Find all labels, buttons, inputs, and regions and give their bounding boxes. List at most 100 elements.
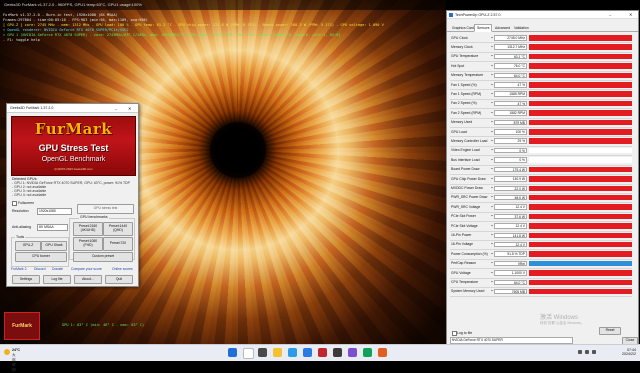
chevron-down-icon[interactable] [491, 45, 493, 47]
furmark-window-title: Geeks3D FurMark v1.37.2.0 - 960FPS, GPU1… [4, 2, 142, 7]
tab-graphics-card[interactable]: Graphics Card [449, 24, 477, 32]
chevron-down-icon[interactable] [491, 281, 493, 283]
chevron-down-icon[interactable] [491, 271, 493, 273]
store-icon[interactable] [303, 348, 312, 357]
close-icon[interactable]: ✕ [128, 106, 131, 111]
chevron-down-icon[interactable] [491, 252, 493, 254]
cpu-burner-button[interactable]: CPU burner [15, 252, 67, 262]
network-icon[interactable] [585, 350, 589, 354]
gpuz-title-bar[interactable]: TechPowerUp GPU-Z 2.57.0 – ✕ [447, 11, 638, 19]
log-file-button[interactable]: Log file [43, 275, 71, 284]
online-scores-link[interactable]: Online scores [112, 267, 133, 271]
resolution-select[interactable]: 1920x1080 [37, 208, 72, 215]
sensor-value: 1585 RPM [494, 91, 527, 97]
furmark-taskbar-icon[interactable] [318, 348, 327, 357]
sensor-graph [529, 147, 632, 154]
chevron-down-icon[interactable] [491, 130, 493, 132]
sensor-graph [529, 166, 632, 173]
reset-button[interactable]: Reset [599, 327, 621, 335]
custom-preset-button[interactable]: Custom preset [73, 252, 133, 262]
preset-720-button[interactable]: Preset:720 [103, 237, 133, 251]
sensor-graph [529, 53, 632, 60]
chevron-down-icon[interactable] [491, 55, 493, 57]
discord-link[interactable]: Discord [34, 267, 46, 271]
close-icon[interactable]: ✕ [629, 12, 632, 17]
app-icon-2[interactable] [363, 348, 372, 357]
furmark-corner-logo: FurMark [4, 312, 40, 340]
chevron-up-icon[interactable] [578, 350, 582, 354]
furmark2-link[interactable]: FurMark 2 [11, 267, 26, 271]
sensor-graph-fill [529, 100, 632, 107]
chevron-down-icon[interactable] [491, 92, 493, 94]
preset-4k-button[interactable]: Preset:2160 (4K/UHD) [73, 222, 103, 236]
chevron-down-icon[interactable] [491, 215, 493, 217]
tab-validation[interactable]: Validation [511, 24, 532, 32]
sensor-row: GPU Chip Power Draw 130.9 W [450, 175, 632, 185]
settings-button[interactable]: Settings [12, 275, 40, 284]
chevron-down-icon[interactable] [491, 102, 493, 104]
preset-1080-button[interactable]: Preset:1080 (FHD) [73, 237, 103, 251]
volume-icon[interactable] [592, 350, 596, 354]
tab-advanced[interactable]: Advanced [492, 24, 513, 32]
system-clock[interactable]: 07:44 2024/2/2 [602, 348, 636, 356]
sensor-name: PWR_SRC Power Draw [451, 195, 488, 200]
launcher-title-bar[interactable]: Geeks3D FurMark 1.37.2.0 – ✕ [7, 104, 138, 113]
donate-link[interactable]: Donate [52, 267, 63, 271]
gpuz-app-icon [449, 12, 453, 17]
chevron-down-icon[interactable] [491, 205, 493, 207]
gpu-stress-test-button[interactable]: GPU stress test [77, 204, 134, 214]
task-view-icon[interactable] [258, 348, 267, 357]
gpuz-tool-button[interactable]: GPU-Z [15, 241, 41, 251]
sensor-row: 16-Pin Power 141.8 W [450, 232, 632, 241]
chevron-down-icon[interactable] [491, 234, 493, 236]
sensor-row: Fan 1 Speed (RPM) 1585 RPM [450, 90, 632, 100]
chevron-down-icon[interactable] [491, 121, 493, 123]
chevron-down-icon[interactable] [491, 139, 493, 141]
chevron-down-icon[interactable] [491, 290, 493, 292]
chevron-down-icon[interactable] [491, 196, 493, 198]
sensor-graph [529, 279, 632, 286]
minimize-icon[interactable]: – [609, 12, 611, 17]
fullscreen-checkbox[interactable] [12, 201, 17, 206]
gpu-model-select[interactable]: NVIDIA GeForce RTX 4070 SUPER [450, 337, 573, 344]
chevron-down-icon[interactable] [491, 262, 493, 264]
chevron-down-icon[interactable] [491, 168, 493, 170]
chevron-down-icon[interactable] [491, 64, 493, 66]
sensor-graph [529, 270, 632, 276]
chevron-down-icon[interactable] [491, 158, 493, 160]
preset-1440-button[interactable]: Preset:1440 (QHD) [103, 222, 133, 236]
sensor-graph-fill [529, 204, 632, 210]
sensor-value: 1312.7 MHz [494, 44, 527, 50]
weather-temp: 24°C [12, 348, 21, 352]
furmark-title-bar[interactable]: Geeks3D FurMark v1.37.2.0 - 960FPS, GPU1… [0, 0, 446, 10]
start-icon[interactable] [228, 348, 237, 357]
minimize-icon[interactable]: – [115, 106, 117, 111]
chevron-down-icon[interactable] [491, 187, 493, 188]
quit-button[interactable]: Quit [105, 275, 133, 284]
sensor-graph [529, 157, 632, 163]
gpushark-tool-button[interactable]: GPU Shark [41, 241, 67, 251]
chevron-down-icon[interactable] [491, 149, 493, 151]
sensor-row: System Memory Used 7605 MB [450, 288, 632, 298]
chevron-down-icon[interactable] [491, 36, 493, 38]
compare-score-link[interactable]: Compare your score [71, 267, 102, 271]
chevron-down-icon[interactable] [491, 83, 493, 85]
chevron-down-icon[interactable] [491, 74, 493, 76]
edge-icon[interactable] [288, 348, 297, 357]
tab-sensors[interactable]: Sensors [474, 24, 493, 32]
app-icon[interactable] [348, 348, 357, 357]
search-icon[interactable] [243, 348, 254, 359]
chevron-down-icon[interactable] [491, 177, 493, 179]
chevron-down-icon[interactable] [491, 224, 493, 226]
sensor-graph [529, 241, 632, 248]
sensor-value: 141.8 W [494, 232, 527, 239]
gpuz-taskbar-icon[interactable] [333, 348, 342, 357]
sensor-graph [529, 138, 632, 144]
chevron-down-icon[interactable] [491, 243, 493, 245]
antialiasing-select[interactable]: 8X MSAA [37, 224, 68, 231]
chevron-down-icon[interactable] [491, 111, 493, 113]
file-explorer-icon[interactable] [273, 348, 282, 357]
about-button[interactable]: About... [74, 275, 102, 284]
gpu-stress-test-label: GPU stress test [93, 206, 118, 211]
app-icon-3[interactable] [378, 348, 387, 357]
